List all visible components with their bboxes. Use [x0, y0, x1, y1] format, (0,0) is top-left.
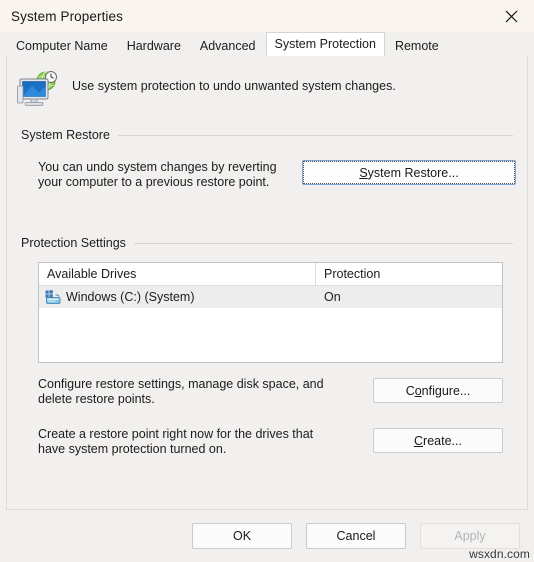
system-restore-button[interactable]: System Restore... — [302, 160, 516, 185]
protection-settings-group: Protection Settings Available Drives Pro… — [21, 236, 513, 457]
tab-system-protection[interactable]: System Protection — [265, 32, 385, 56]
page-description: Use system protection to undo unwanted s… — [72, 79, 396, 93]
protection-settings-legend-text: Protection Settings — [21, 236, 126, 250]
configure-button-accel: o — [414, 383, 422, 398]
configure-button[interactable]: Configure... — [373, 378, 503, 403]
create-description: Create a restore point right now for the… — [38, 427, 313, 457]
column-header-protection[interactable]: Protection — [316, 263, 502, 285]
system-restore-button-label: ystem Restore... — [367, 165, 459, 180]
legend-divider — [117, 134, 513, 136]
create-description-line2: have system protection turned on. — [38, 442, 227, 456]
system-restore-description-line2: your computer to a previous restore poin… — [38, 175, 270, 189]
watermark: wsxdn.com — [469, 547, 530, 561]
windows-drive-icon — [45, 289, 62, 305]
configure-row: Configure restore settings, manage disk … — [21, 377, 513, 407]
configure-description-line2: delete restore points. — [38, 392, 155, 406]
focus-ring: System Restore... — [303, 161, 515, 184]
system-properties-window: System Properties Computer Name Hardware… — [0, 0, 534, 562]
listview-header: Available Drives Protection — [39, 263, 502, 286]
apply-button: Apply — [420, 523, 520, 549]
configure-button-label: nfigure... — [421, 383, 471, 398]
protection-status: On — [324, 290, 341, 304]
system-restore-legend: System Restore — [21, 128, 513, 142]
system-restore-row: You can undo system changes by reverting… — [21, 160, 516, 190]
configure-description-line1: Configure restore settings, manage disk … — [38, 377, 324, 391]
system-restore-legend-text: System Restore — [21, 128, 110, 142]
tab-advanced[interactable]: Advanced — [190, 34, 265, 56]
create-button-label: reate... — [423, 433, 462, 448]
create-button[interactable]: Create... — [373, 428, 503, 453]
create-description-line1: Create a restore point right now for the… — [38, 427, 314, 441]
ok-button[interactable]: OK — [192, 523, 292, 549]
tab-remote[interactable]: Remote — [385, 34, 448, 56]
drive-cell: Windows (C:) (System) — [39, 289, 316, 305]
close-icon[interactable] — [488, 0, 534, 32]
system-restore-description: You can undo system changes by reverting… — [38, 160, 277, 190]
create-button-accel: C — [414, 433, 424, 448]
tab-computer-name[interactable]: Computer Name — [7, 34, 117, 56]
protection-settings-legend: Protection Settings — [21, 236, 513, 250]
create-row: Create a restore point right now for the… — [21, 427, 513, 457]
cancel-button[interactable]: Cancel — [306, 523, 406, 549]
system-protection-tab-page: Use system protection to undo unwanted s… — [6, 55, 528, 510]
title-bar: System Properties — [0, 0, 534, 32]
system-protection-icon — [16, 70, 58, 108]
system-restore-description-line1: You can undo system changes by reverting — [38, 160, 277, 174]
column-header-available-drives[interactable]: Available Drives — [39, 263, 316, 285]
table-row[interactable]: Windows (C:) (System) On — [39, 286, 502, 308]
configure-description: Configure restore settings, manage disk … — [38, 377, 324, 407]
configure-button-pre: C — [405, 383, 415, 398]
drive-name: Windows (C:) (System) — [66, 290, 195, 304]
system-restore-group: System Restore You can undo system chang… — [21, 128, 516, 190]
page-header: Use system protection to undo unwanted s… — [7, 56, 527, 108]
tab-strip: Computer Name Hardware Advanced System P… — [0, 32, 534, 56]
legend-divider — [133, 242, 513, 244]
system-restore-button-accel: S — [359, 165, 368, 180]
available-drives-listview[interactable]: Available Drives Protection Windows (C:)… — [38, 262, 503, 363]
tab-hardware[interactable]: Hardware — [117, 34, 190, 56]
window-title: System Properties — [11, 8, 123, 24]
dialog-button-bar: OK Cancel Apply wsxdn.com — [0, 510, 534, 562]
